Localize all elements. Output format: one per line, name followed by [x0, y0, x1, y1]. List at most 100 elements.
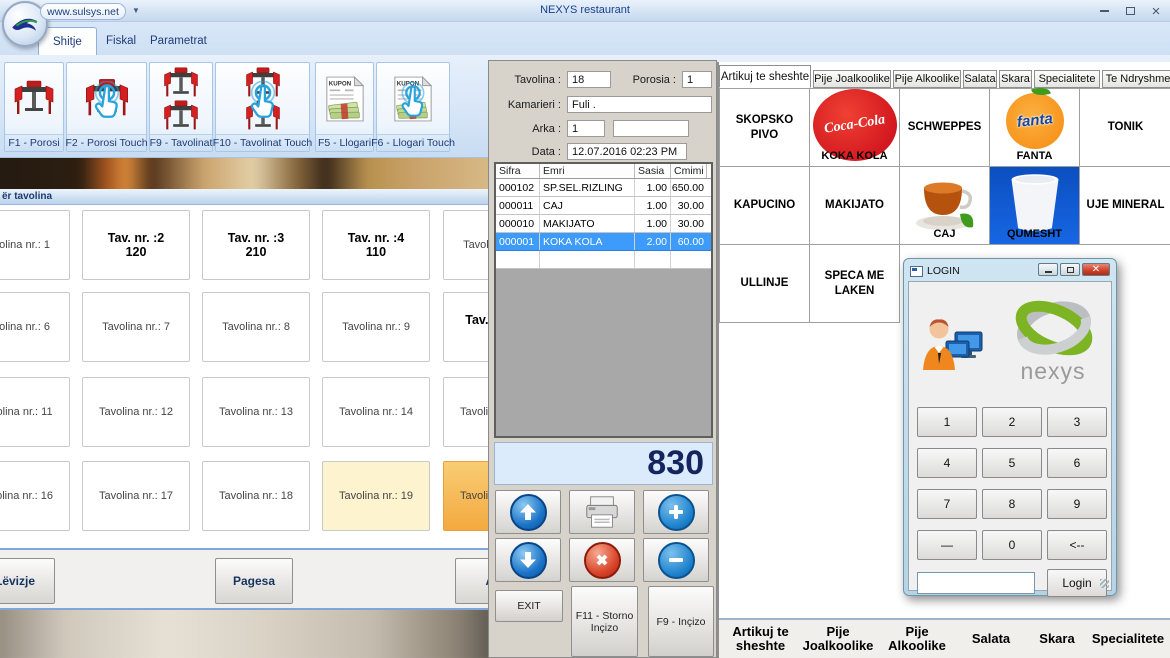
- maximize-icon[interactable]: [1060, 263, 1080, 276]
- arka-field[interactable]: 1: [567, 120, 605, 137]
- numpad-2[interactable]: 2: [982, 407, 1042, 437]
- numpad-5[interactable]: 5: [982, 448, 1042, 478]
- decrease-qty-button[interactable]: [643, 538, 709, 582]
- maximize-icon[interactable]: [1122, 4, 1138, 18]
- bottom-label-skara[interactable]: Skara: [1026, 632, 1088, 646]
- table-cell-4[interactable]: Tav. nr. :4110: [322, 210, 430, 280]
- login-body: nexys 1 2 3 4 5 6 7 8 9 — 0 <-- Login: [908, 281, 1112, 591]
- category-tab-salata[interactable]: Salata: [963, 70, 997, 88]
- bottom-label-artikuj[interactable]: Artikuj te sheshte: [723, 625, 798, 654]
- table-cell-7[interactable]: Tavolina nr.: 7: [82, 292, 190, 362]
- numpad-6[interactable]: 6: [1047, 448, 1107, 478]
- data-field[interactable]: 12.07.2016 02:23 PM: [567, 143, 687, 160]
- table-cell-11[interactable]: Tavolina nr.: 11: [0, 377, 70, 447]
- table-cell-6[interactable]: Tavolina nr.: 6: [0, 292, 70, 362]
- numpad-4[interactable]: 4: [917, 448, 977, 478]
- product-skopsko-pivo[interactable]: SKOPSKO PIVO: [719, 88, 810, 167]
- bottom-label-pije-joalkoolike[interactable]: Pije Joalkoolike: [798, 625, 878, 654]
- product-tonik[interactable]: TONIK: [1079, 88, 1170, 167]
- order-row-empty[interactable]: [496, 251, 711, 269]
- category-tab-pije-alkoolike[interactable]: Pije Alkoolike: [893, 70, 961, 88]
- minimize-icon[interactable]: [1038, 263, 1058, 276]
- close-icon[interactable]: ✕: [1082, 263, 1110, 276]
- tea-cup-icon: [908, 172, 982, 234]
- bottom-label-specialitete[interactable]: Specialitete: [1088, 632, 1168, 646]
- product-caj[interactable]: CAJ: [899, 166, 990, 245]
- minus-icon: [658, 542, 695, 579]
- order-row[interactable]: 000010 MAKIJATO 1.00 30.00: [496, 215, 711, 233]
- product-speca-me-laken[interactable]: SPECA ME LAKEN: [809, 244, 900, 323]
- numpad-dash[interactable]: —: [917, 530, 977, 560]
- f10-tavolinat-touch-button[interactable]: F10 - Tavolinat Touch: [215, 62, 310, 152]
- pagesa-button[interactable]: Pagesa: [215, 558, 293, 604]
- numpad-0[interactable]: 0: [982, 530, 1042, 560]
- product-makijato[interactable]: MAKIJATO: [809, 166, 900, 245]
- product-fanta[interactable]: fanta FANTA: [989, 88, 1080, 167]
- category-tab-pije-joalkoolike[interactable]: Pije Joalkoolike: [813, 70, 891, 88]
- table-cell-19[interactable]: Tavolina nr.: 19: [322, 461, 430, 531]
- product-ullinje[interactable]: ULLINJE: [719, 244, 810, 323]
- exit-button[interactable]: EXIT: [495, 590, 563, 622]
- table-cell-13[interactable]: Tavolina nr.: 13: [202, 377, 310, 447]
- table-cell-12[interactable]: Tavolina nr.: 12: [82, 377, 190, 447]
- increase-qty-button[interactable]: [643, 490, 709, 534]
- tables-footer-bar: Lëvizje Pagesa Anulo: [0, 548, 488, 610]
- tab-parametrat[interactable]: Parametrat: [136, 27, 221, 55]
- product-schweppes[interactable]: SCHWEPPES: [899, 88, 990, 167]
- numpad-1[interactable]: 1: [917, 407, 977, 437]
- order-row[interactable]: 000011 CAJ 1.00 30.00: [496, 197, 711, 215]
- table-cell-8[interactable]: Tavolina nr.: 8: [202, 292, 310, 362]
- f9-incizo-button[interactable]: F9 - Inçizo: [648, 586, 714, 657]
- category-tab-te-ndryshme[interactable]: Te Ndryshme: [1102, 70, 1170, 88]
- down-arrow-icon: [510, 542, 547, 579]
- table-cell-14[interactable]: Tavolina nr.: 14: [322, 377, 430, 447]
- table-cell-3[interactable]: Tav. nr. :3210: [202, 210, 310, 280]
- numpad-7[interactable]: 7: [917, 489, 977, 519]
- quick-access-button[interactable]: www.sulsys.net: [40, 3, 126, 20]
- pin-input[interactable]: [917, 572, 1035, 594]
- move-up-button[interactable]: [495, 490, 561, 534]
- table-cell-17[interactable]: Tavolina nr.: 17: [82, 461, 190, 531]
- f5-llogari-button[interactable]: KUPON F5 - Llogari: [315, 62, 374, 152]
- numpad-8[interactable]: 8: [982, 489, 1042, 519]
- product-uje-mineral[interactable]: UJE MINERAL: [1079, 166, 1170, 245]
- f11-storno-incizo-button[interactable]: F11 - Storno Inçizo: [571, 586, 638, 657]
- resize-grip-icon[interactable]: [1100, 579, 1109, 588]
- table-cell-1[interactable]: Tavolina nr.: 1: [0, 210, 70, 280]
- numpad-backspace[interactable]: <--: [1047, 530, 1107, 560]
- numpad-9[interactable]: 9: [1047, 489, 1107, 519]
- table-cell-16[interactable]: Tavolina nr.: 16: [0, 461, 70, 531]
- product-qumesht[interactable]: QUMESHT: [989, 166, 1080, 245]
- minimize-icon[interactable]: [1096, 4, 1112, 18]
- category-tab-specialitete[interactable]: Specialitete: [1034, 70, 1100, 88]
- print-button[interactable]: [569, 490, 635, 534]
- numpad-3[interactable]: 3: [1047, 407, 1107, 437]
- move-down-button[interactable]: [495, 538, 561, 582]
- f1-porosi-button[interactable]: F1 - Porosi: [4, 62, 64, 152]
- order-row-selected[interactable]: 000001 KOKA KOLA 2.00 60.00: [496, 233, 711, 251]
- category-tab-skara[interactable]: Skara: [999, 70, 1032, 88]
- login-title: LOGIN: [927, 265, 960, 277]
- f2-porosi-touch-button[interactable]: F2 - Porosi Touch: [66, 62, 147, 152]
- table-cell-9[interactable]: Tavolina nr.: 9: [322, 292, 430, 362]
- bottom-label-salata[interactable]: Salata: [956, 632, 1026, 646]
- f6-llogari-touch-button[interactable]: KUPON F6 - Llogari Touch: [376, 62, 450, 152]
- product-kapucino[interactable]: KAPUCINO: [719, 166, 810, 245]
- f9-tavolinat-button[interactable]: F9 - Tavolinat: [149, 62, 213, 152]
- levizje-button[interactable]: Lëvizje: [0, 558, 55, 604]
- porosia-field[interactable]: 1: [682, 71, 712, 88]
- close-icon[interactable]: ×: [1148, 4, 1164, 18]
- table-cell-18[interactable]: Tavolina nr.: 18: [202, 461, 310, 531]
- order-total: 830: [494, 442, 713, 485]
- tavolina-field[interactable]: 18: [567, 71, 611, 88]
- order-row[interactable]: 000102 SP.SEL.RIZLING 1.00 650.00: [496, 179, 711, 197]
- bottom-label-pije-alkoolike[interactable]: Pije Alkoolike: [878, 625, 956, 654]
- quick-access-dropdown-icon[interactable]: ▼: [132, 6, 140, 15]
- delete-item-button[interactable]: [569, 538, 635, 582]
- product-koka-kola[interactable]: Coca-Cola KOKA KOLA: [809, 88, 900, 167]
- login-button[interactable]: Login: [1047, 569, 1107, 597]
- arka-field-2[interactable]: [613, 120, 689, 137]
- table-cell-2[interactable]: Tav. nr. :2120: [82, 210, 190, 280]
- category-tab-artikuj-te-sheshte[interactable]: Artikuj te sheshte: [719, 65, 811, 88]
- kamarieri-field[interactable]: Fuli .: [567, 96, 712, 113]
